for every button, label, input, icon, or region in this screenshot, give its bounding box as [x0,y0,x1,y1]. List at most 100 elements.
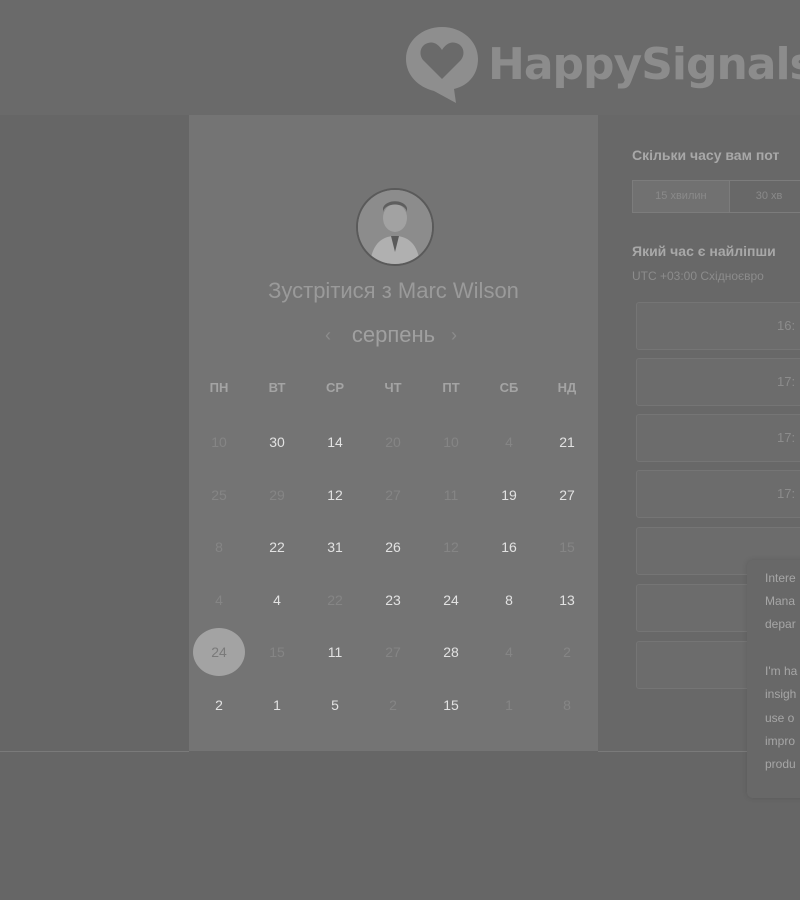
calendar-day: 2 [538,626,596,679]
calendar-day[interactable]: 31 [306,521,364,574]
calendar-day[interactable]: 4 [248,574,306,627]
calendar-day-label: 2 [563,644,571,661]
chat-text-line: produ [765,757,796,771]
calendar-day-label: 4 [273,591,281,608]
calendar-day[interactable]: 8 [480,574,538,627]
left-pane [0,115,189,752]
calendar-day-label: 19 [501,486,517,503]
calendar-day: 20 [364,416,422,469]
chat-text-line: I'm ha [765,664,798,678]
calendar-day: 4 [480,416,538,469]
calendar-day-label: 4 [505,434,513,451]
month-label: серпень [351,322,436,347]
calendar-day[interactable]: 26 [364,521,422,574]
calendar-day: 11 [422,469,480,522]
calendar-day-label: 12 [327,486,343,503]
booking-title: Зустрітися з Marc Wilson [268,278,519,303]
calendar-day: 15 [538,521,596,574]
calendar-day[interactable]: 16 [480,521,538,574]
chevron-right-icon[interactable]: › [451,325,457,346]
time-slot[interactable]: 17: [636,470,800,518]
calendar-day[interactable]: 15 [422,679,480,732]
chat-text-line: insigh [765,687,797,701]
chat-text-line: impro [765,734,796,748]
calendar-day: 8 [190,521,248,574]
duration-toggle: 15 хвилин 30 хв [632,180,800,213]
calendar-day[interactable]: 23 [364,574,422,627]
calendar-day-label: 24 [443,591,459,608]
time-slot[interactable]: 17: [636,358,800,406]
calendar-day[interactable]: 21 [538,416,596,469]
calendar-day: 27 [364,626,422,679]
calendar-day-selected[interactable]: 24 [190,626,248,679]
calendar-day-label: 29 [269,486,285,503]
calendar-day[interactable]: 13 [538,574,596,627]
weekday-label: ЧТ [384,380,402,395]
calendar-day-label: 14 [327,434,343,451]
duration-option-15[interactable]: 15 хвилин [632,180,730,213]
time-slot[interactable]: 16: [636,302,800,350]
calendar-day-label: 2 [215,696,223,713]
calendar-day: 25 [190,469,248,522]
calendar-day-label: 20 [385,434,401,451]
weekday-label: СР [325,380,345,395]
calendar-week-row: 8 22 31 26 12 16 15 [190,521,598,574]
calendar-day[interactable]: 19 [480,469,538,522]
calendar-day-label: 28 [443,644,459,661]
duration-question: Скільки часу вам пот [632,147,780,163]
weekday-label: ПТ [442,380,460,395]
calendar-day-label: 10 [443,434,459,451]
time-slot-label: 16: [777,318,796,333]
calendar-day-label: 12 [443,539,459,556]
timezone-label[interactable]: UTC +03:00 Східноєвро [632,269,764,283]
footer-area [0,752,800,900]
calendar-day-label: 11 [327,644,343,661]
calendar-day: 22 [306,574,364,627]
calendar-day: 12 [422,521,480,574]
calendar-day-label: 8 [215,539,223,556]
calendar-day[interactable]: 14 [306,416,364,469]
calendar-day-label: 10 [211,434,227,451]
calendar-week-row: 24 15 11 27 28 4 2 [190,626,598,679]
calendar-day-label: 26 [385,539,401,556]
calendar-day[interactable]: 12 [306,469,364,522]
weekday-label: НД [557,380,577,395]
month-selector: ‹ серпень › [189,322,598,348]
calendar-day: 1 [480,679,538,732]
calendar-day-label: 13 [559,591,575,608]
calendar-day[interactable]: 11 [306,626,364,679]
calendar-day[interactable]: 24 [422,574,480,627]
chat-message-bubble[interactable]: Intere Mana depar I'm ha insigh use o im… [747,560,800,798]
calendar-day-label: 11 [443,486,459,503]
time-slot[interactable]: 17: [636,414,800,462]
calendar-day[interactable]: 22 [248,521,306,574]
calendar-day[interactable]: 30 [248,416,306,469]
calendar-day[interactable]: 1 [248,679,306,732]
calendar-week-row: 25 29 12 27 11 19 27 [190,469,598,522]
duration-option-30[interactable]: 30 хв [729,180,800,213]
calendar-day-label: 15 [443,696,459,713]
time-slot-label: 17: [777,430,796,445]
calendar-day[interactable]: 27 [538,469,596,522]
calendar-day-label: 1 [273,696,281,713]
brand-name: HappySignals [488,38,800,90]
calendar-day[interactable]: 28 [422,626,480,679]
calendar-day-label: 15 [559,539,575,556]
calendar-day-label: 25 [211,486,227,503]
time-question: Який час є найліпши [632,243,776,259]
calendar-day-label: 31 [327,539,343,556]
chevron-left-icon[interactable]: ‹ [325,325,331,346]
calendar-day-label: 22 [269,539,285,556]
calendar-day[interactable]: 5 [306,679,364,732]
calendar-grid: 10 30 14 20 10 4 21 25 29 12 27 11 19 27 8 22 31 26 12 16 15… [190,416,598,731]
chat-text-line: depar [765,617,796,631]
time-slot-label: 17: [777,486,796,501]
weekday-header: ПН ВТ СР ЧТ ПТ СБ НД [190,380,598,395]
header-bar: HappySignals [0,0,800,115]
calendar-day[interactable]: 2 [190,679,248,732]
happysignals-logo[interactable]: HappySignals [404,24,800,104]
calendar-day-label: 27 [385,486,401,503]
weekday-label: СБ [499,380,519,395]
calendar-day-label: 2 [389,696,397,713]
calendar-day-label: 4 [505,644,513,661]
